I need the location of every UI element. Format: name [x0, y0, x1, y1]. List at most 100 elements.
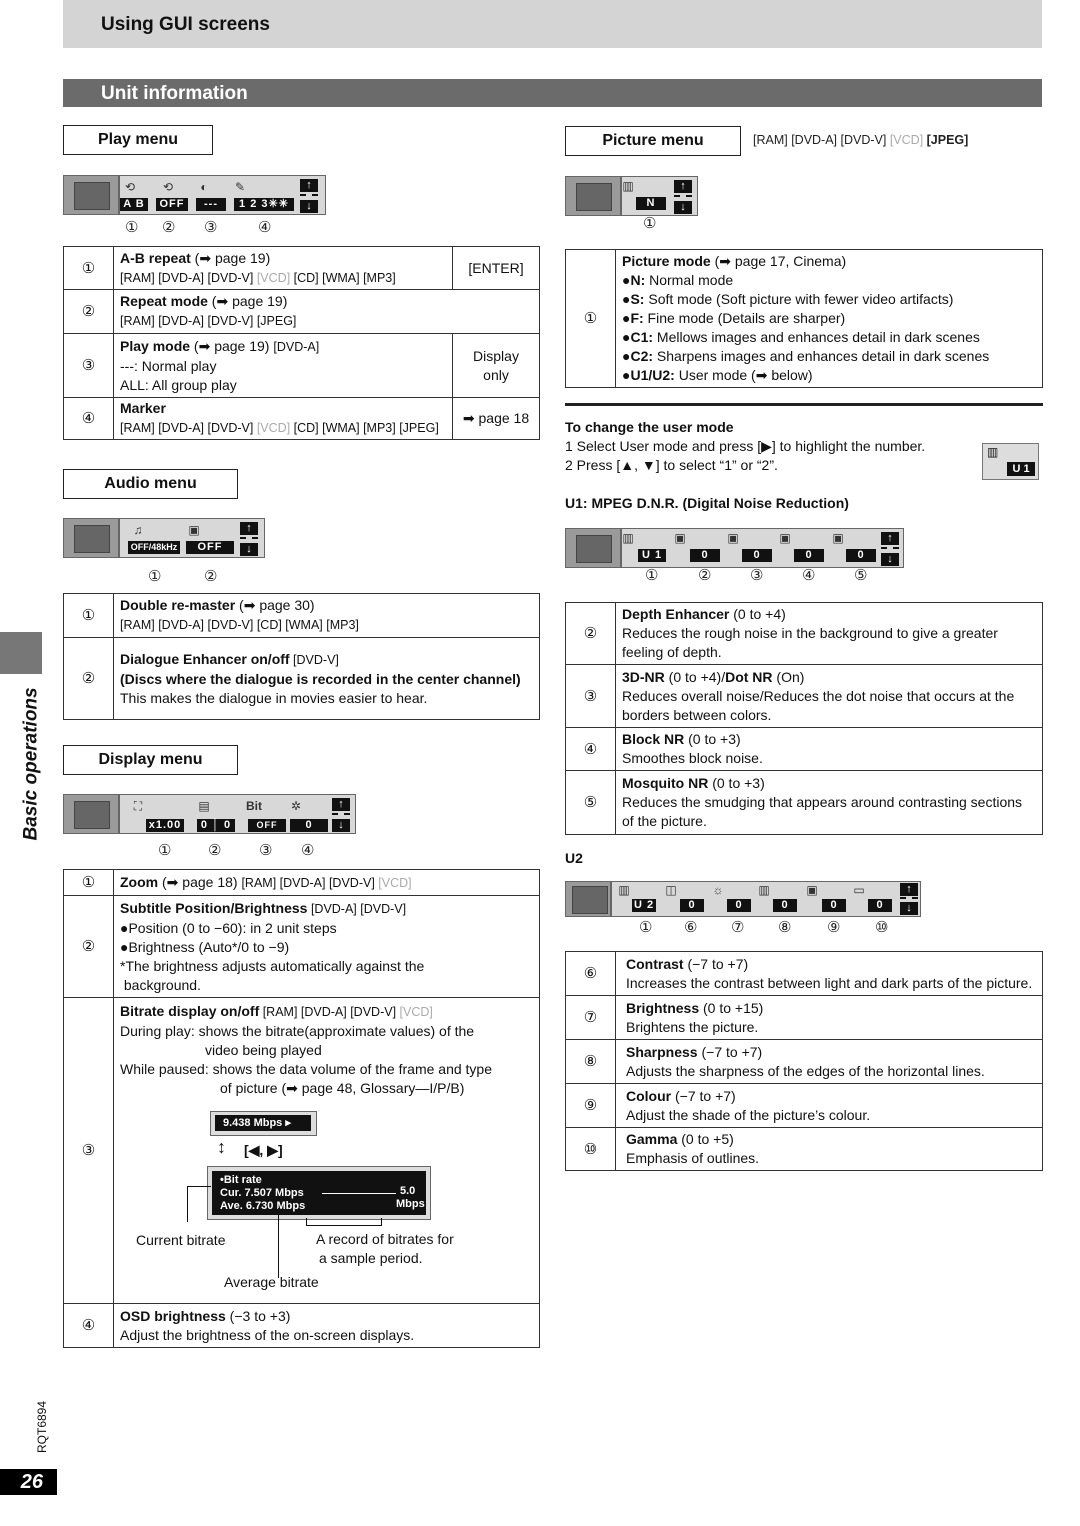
- picture-menu-osd: ▥ N ↑ ↓: [565, 176, 698, 216]
- up-arrow-icon[interactable]: ↑: [900, 883, 918, 896]
- callout-1: ①: [158, 842, 172, 859]
- page-title: Using GUI screens: [101, 14, 270, 35]
- table-row: ⑩ Gamma (0 to +5) Emphasis of outlines.: [565, 1127, 1043, 1171]
- scroll-arrows[interactable]: ↑ ↓: [900, 883, 918, 915]
- bitrate-value[interactable]: OFF: [248, 819, 286, 832]
- picture-mode-icon: ▥: [618, 883, 630, 897]
- gamma-value[interactable]: 0: [868, 899, 892, 912]
- picture-menu-title: Picture menu: [565, 126, 741, 156]
- colour-value[interactable]: 0: [822, 899, 846, 912]
- up-arrow-icon[interactable]: ↑: [300, 179, 318, 192]
- u2-table: ⑥ Contrast (−7 to +7) Increases the contr…: [565, 951, 1043, 1171]
- up-arrow-icon[interactable]: ↑: [240, 522, 258, 535]
- picture-icon: [566, 882, 612, 916]
- zoom-value[interactable]: x1.00: [146, 819, 184, 832]
- play-menu-table: ① A-B repeat (➡ page 19) [RAM] [DVD-A] [D…: [63, 246, 540, 440]
- table-row: ③ 3D-NR (0 to +4)/Dot NR (On) Reduces ove…: [565, 664, 1043, 728]
- scroll-arrows[interactable]: ↑ ↓: [240, 522, 258, 556]
- play-menu-title: Play menu: [63, 125, 213, 155]
- user-mode-osd: ▥ U 1: [982, 443, 1039, 480]
- osd-brightness-value[interactable]: 0: [290, 819, 328, 832]
- table-row: ① Double re-master (➡ page 30) [RAM] [DVD…: [63, 593, 540, 638]
- ab-repeat-value[interactable]: A B: [120, 198, 148, 211]
- subtitle-value[interactable]: 0 │ 0: [197, 819, 235, 832]
- down-arrow-icon[interactable]: ↓: [332, 819, 350, 832]
- callout-4: ④: [802, 567, 816, 584]
- down-arrow-icon[interactable]: ↓: [240, 543, 258, 556]
- sharpness-value[interactable]: 0: [773, 899, 797, 912]
- play-menu-osd: ⟲ ⟲ ◐ ✎ A B OFF --- 1 2 3✳✳ ↑ ↓: [63, 175, 326, 215]
- u1-table: ② Depth Enhancer (0 to +4) Reduces the ro…: [565, 602, 1043, 835]
- down-arrow-icon[interactable]: ↓: [300, 200, 318, 213]
- down-arrow-icon[interactable]: ↓: [881, 553, 899, 566]
- bitrate-small-osd: 9.438 Mbps ▸: [210, 1111, 317, 1136]
- table-row: ⑨ Colour (−7 to +7) Adjust the shade of t…: [565, 1083, 1043, 1128]
- down-arrow-icon[interactable]: ↓: [900, 902, 918, 915]
- table-row: ④ Block NR (0 to +3) Smoothes block noise…: [565, 727, 1043, 771]
- mosquito-nr-value[interactable]: 0: [846, 549, 876, 562]
- picture-mode-icon: ▥: [622, 179, 634, 193]
- sharpness-icon: ▥: [758, 883, 770, 897]
- record-label-1: A record of bitrates for: [316, 1231, 454, 1247]
- bitrate-large-osd: •Bit rate Cur. 7.507 Mbps Ave. 6.730 Mbp…: [207, 1166, 431, 1220]
- callout-2: ②: [698, 567, 712, 584]
- 3d-nr-value[interactable]: 0: [742, 549, 772, 562]
- subsection-header: Unit information: [63, 79, 1042, 107]
- repeat-mode-value[interactable]: OFF: [156, 198, 188, 211]
- table-row: ① A-B repeat (➡ page 19) [RAM] [DVD-A] [D…: [63, 246, 540, 290]
- block-nr-value[interactable]: 0: [794, 549, 824, 562]
- user-mode-heading: To change the user mode: [565, 419, 734, 435]
- picture-mode-value[interactable]: N: [636, 197, 666, 210]
- callout-8: ⑧: [778, 919, 792, 936]
- marker-value[interactable]: 1 2 3✳✳: [234, 198, 294, 211]
- table-row: ② Subtitle Position/Brightness [DVD-A] […: [63, 895, 540, 998]
- brightness-value[interactable]: 0: [727, 899, 751, 912]
- audio-menu-title: Audio menu: [63, 469, 238, 499]
- current-bitrate-label: Current bitrate: [136, 1232, 226, 1248]
- colour-icon: ▣: [806, 883, 818, 897]
- scroll-arrows[interactable]: ↑ ↓: [332, 798, 350, 832]
- u1-heading: U1: MPEG D.N.R. (Digital Noise Reduction…: [565, 495, 849, 511]
- bitrate-icon: Bit: [246, 799, 262, 813]
- down-arrow-icon[interactable]: ↓: [674, 201, 692, 214]
- left-right-keys: [◀, ▶]: [244, 1142, 283, 1158]
- repeat-icon: ⟲: [162, 180, 174, 194]
- picture-icon: [566, 529, 622, 567]
- subsection-title: Unit information: [101, 83, 248, 104]
- up-arrow-icon[interactable]: ↑: [881, 532, 899, 545]
- speaker-icon: [64, 519, 120, 557]
- display-menu-title: Display menu: [63, 745, 238, 775]
- average-bitrate-value: Ave. 6.730 Mbps: [220, 1200, 306, 1212]
- table-row: ① Zoom (➡ page 18) [RAM] [DVD-A] [DVD-V]…: [63, 869, 540, 896]
- brightness-icon: ☼: [712, 883, 724, 897]
- table-row: ① Picture mode (➡ page 17, Cinema) ●N: N…: [565, 249, 1043, 388]
- dialogue-value[interactable]: OFF: [186, 541, 234, 554]
- remaster-value[interactable]: OFF/48kHz: [128, 541, 180, 554]
- user-mode-value[interactable]: U 1: [1007, 462, 1035, 476]
- picture-menu-table: ① Picture mode (➡ page 17, Cinema) ●N: N…: [565, 249, 1043, 388]
- doc-code: RQT6894: [35, 1400, 50, 1454]
- user-mode-value[interactable]: U 1: [638, 549, 666, 562]
- user-mode-value[interactable]: U 2: [632, 899, 656, 912]
- callout-1: ①: [148, 568, 162, 585]
- callout-3: ③: [259, 842, 273, 859]
- gamma-icon: ▭: [853, 883, 865, 897]
- audio-menu-osd: ♫ ▣ OFF/48kHz OFF ↑ ↓: [63, 518, 265, 558]
- callout-2: ②: [204, 568, 218, 585]
- callout-3: ③: [204, 219, 218, 236]
- callout-2: ②: [208, 842, 222, 859]
- scroll-arrows[interactable]: ↑ ↓: [300, 179, 318, 213]
- picture-mode-icon: ▥: [987, 445, 999, 459]
- scroll-arrows[interactable]: ↑ ↓: [881, 532, 899, 566]
- u2-heading: U2: [565, 850, 583, 866]
- scroll-arrows[interactable]: ↑ ↓: [674, 180, 692, 214]
- up-arrow-icon[interactable]: ↑: [332, 798, 350, 811]
- depth-enhancer-value[interactable]: 0: [690, 549, 720, 562]
- u1-osd: ▥ ▣ ▣ ▣ ▣ U 1 0 0 0 0 ↑ ↓: [565, 528, 904, 568]
- table-row: ⑦ Brightness (0 to +15) Brightens the pic…: [565, 995, 1043, 1040]
- side-tab-marker: [0, 632, 42, 674]
- callout-1: ①: [125, 219, 139, 236]
- contrast-value[interactable]: 0: [680, 899, 704, 912]
- bitrate-graph: [322, 1193, 396, 1194]
- up-arrow-icon[interactable]: ↑: [674, 180, 692, 193]
